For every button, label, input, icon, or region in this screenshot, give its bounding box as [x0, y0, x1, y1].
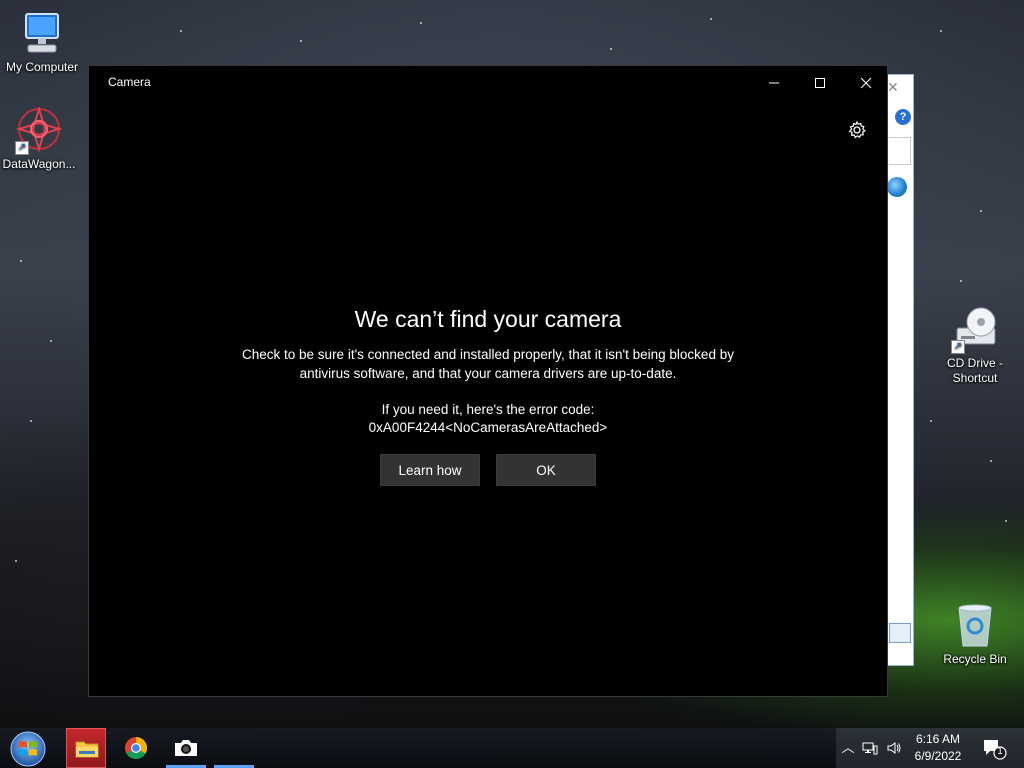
shortcut-arrow-icon: ↗ [15, 141, 29, 155]
desktop-icon-label: My Computer [5, 60, 79, 74]
close-button[interactable] [843, 66, 889, 98]
computer-icon [18, 10, 66, 58]
recycle-bin-icon [951, 602, 999, 650]
chevron-up-icon[interactable]: ︿ [840, 740, 856, 756]
error-code-caption: If you need it, here's the error code: [381, 402, 595, 417]
folder-icon [75, 741, 99, 758]
taskbar-extra-item[interactable] [214, 728, 254, 768]
globe-icon [887, 177, 907, 197]
start-button[interactable] [8, 730, 48, 768]
maximize-button[interactable] [797, 66, 843, 98]
shortcut-arrow-icon: ↗ [951, 340, 965, 354]
system-tray: ︿ 6:16 AM 6/9/2022 1 [836, 728, 1024, 768]
minimize-icon [769, 82, 779, 84]
close-icon [860, 77, 872, 89]
taskbar-file-explorer[interactable] [66, 728, 106, 768]
desktop-icon-label: CD Drive - Shortcut [947, 356, 1003, 385]
desktop-icon-recycle-bin[interactable]: Recycle Bin [933, 602, 1017, 667]
camera-icon [175, 740, 197, 756]
clock[interactable]: 6:16 AM 6/9/2022 [908, 731, 968, 765]
windows-logo-icon [10, 731, 46, 767]
learn-how-button[interactable]: Learn how [380, 454, 480, 486]
action-center-button[interactable]: 1 [982, 738, 1008, 760]
desktop-icon-label: Recycle Bin [943, 652, 1007, 666]
clock-time: 6:16 AM [915, 732, 961, 746]
clock-date: 6/9/2022 [914, 749, 962, 763]
desktop-icon-cd-drive[interactable]: ↗ CD Drive - Shortcut [933, 306, 1017, 386]
settings-button[interactable] [847, 120, 867, 140]
taskbar-chrome[interactable] [116, 728, 156, 768]
error-heading: We can’t find your camera [354, 306, 622, 332]
help-icon[interactable]: ? [895, 109, 911, 125]
error-message: Check to be sure it's connected and inst… [242, 347, 734, 381]
gear-icon [848, 120, 866, 139]
camera-window: Camera We can’t find your camera Check t… [88, 65, 888, 697]
title-bar[interactable]: Camera [89, 66, 887, 98]
chrome-icon [125, 737, 147, 759]
error-dialog: We can’t find your camera Check to be su… [89, 306, 887, 486]
taskbar: ︿ 6:16 AM 6/9/2022 1 [0, 728, 1024, 768]
desktop-icon-datawagon[interactable]: ↗ DataWagon... [0, 105, 81, 172]
speaker-icon[interactable] [886, 740, 902, 756]
network-icon[interactable] [862, 740, 878, 756]
taskbar-camera[interactable] [166, 728, 206, 768]
minimize-button[interactable] [751, 66, 797, 98]
error-code: 0xA00F4244<NoCamerasAreAttached> [368, 420, 608, 435]
desktop-icon-label: DataWagon... [2, 157, 76, 171]
ok-button[interactable]: OK [496, 454, 596, 486]
window-title: Camera [108, 75, 151, 89]
datawagon-icon: ↗ [15, 105, 63, 155]
dialog-buttons: Learn how OK [89, 454, 887, 486]
notification-icon [984, 740, 1007, 760]
notification-count: 1 [997, 746, 1003, 757]
desktop-icon-my-computer[interactable]: My Computer [0, 10, 84, 75]
view-toggle-button[interactable] [889, 623, 911, 643]
cd-drive-icon: ↗ [951, 306, 999, 354]
address-field[interactable] [889, 137, 911, 165]
maximize-icon [815, 78, 825, 89]
